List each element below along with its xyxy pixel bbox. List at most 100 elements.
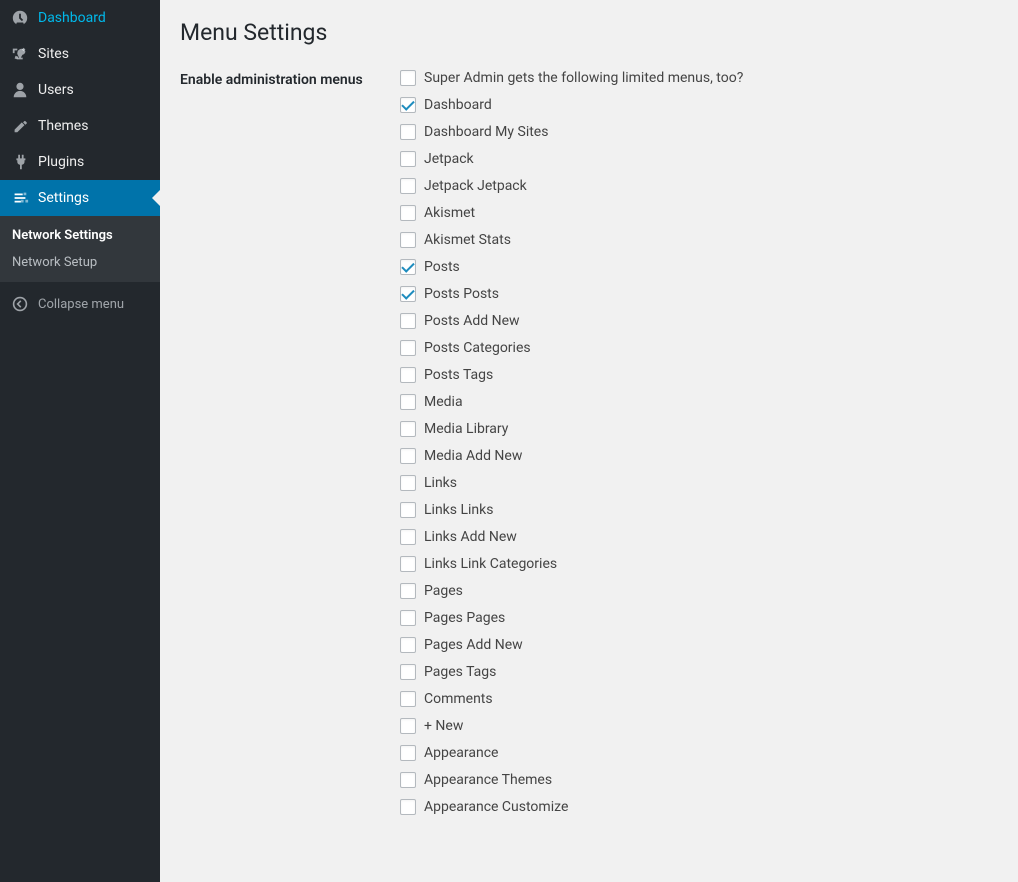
option-label: Akismet Stats [424,232,511,248]
sidebar-item-themes[interactable]: Themes [0,108,160,144]
option-label: Dashboard [424,97,492,113]
collapse-label: Collapse menu [38,297,124,312]
option-row[interactable]: Comments [400,691,998,707]
option-label: Super Admin gets the following limited m… [424,70,743,86]
checkbox[interactable] [400,583,416,599]
options-list: Super Admin gets the following limited m… [400,70,998,826]
option-label: Jetpack [424,151,474,167]
option-label: Dashboard My Sites [424,124,548,140]
option-row[interactable]: Pages Add New [400,637,998,653]
sites-icon [10,44,30,64]
sidebar-item-sites[interactable]: Sites [0,36,160,72]
page-title: Menu Settings [180,10,998,50]
checkbox[interactable] [400,529,416,545]
option-row[interactable]: Links [400,475,998,491]
checkbox[interactable] [400,745,416,761]
checkbox[interactable] [400,718,416,734]
option-row[interactable]: Appearance [400,745,998,761]
sidebar-item-label: Dashboard [38,10,106,26]
submenu-item-network-setup[interactable]: Network Setup [0,249,160,276]
option-label: Pages Add New [424,637,523,653]
option-label: Links Add New [424,529,517,545]
option-label: Pages Tags [424,664,496,680]
checkbox[interactable] [400,394,416,410]
checkbox[interactable] [400,556,416,572]
option-row[interactable]: Posts Tags [400,367,998,383]
checkbox[interactable] [400,313,416,329]
sidebar-item-label: Settings [38,190,89,206]
option-label: Links Links [424,502,493,518]
option-label: Posts [424,259,460,275]
checkbox[interactable] [400,421,416,437]
collapse-menu-button[interactable]: Collapse menu [0,286,160,322]
checkbox[interactable] [400,232,416,248]
checkbox[interactable] [400,502,416,518]
checkbox[interactable] [400,448,416,464]
option-label: Jetpack Jetpack [424,178,527,194]
option-label: Posts Posts [424,286,499,302]
checkbox[interactable] [400,124,416,140]
option-label: + New [424,718,463,734]
checkbox[interactable] [400,772,416,788]
checkbox[interactable] [400,637,416,653]
checkbox[interactable] [400,691,416,707]
option-row[interactable]: Posts Add New [400,313,998,329]
checkbox[interactable] [400,610,416,626]
sidebar-item-dashboard[interactable]: Dashboard [0,0,160,36]
option-row[interactable]: Jetpack [400,151,998,167]
checkbox[interactable] [400,664,416,680]
option-row[interactable]: Jetpack Jetpack [400,178,998,194]
checkbox[interactable] [400,70,416,86]
checkbox[interactable] [400,286,416,302]
option-row[interactable]: Dashboard [400,97,998,113]
submenu-item-network-settings[interactable]: Network Settings [0,222,160,249]
sidebar-item-users[interactable]: Users [0,72,160,108]
option-label: Links [424,475,457,491]
option-row[interactable]: Posts Posts [400,286,998,302]
users-icon [10,80,30,100]
collapse-icon [10,294,30,314]
option-row[interactable]: Media [400,394,998,410]
option-row[interactable]: Appearance Customize [400,799,998,815]
option-row[interactable]: Pages Pages [400,610,998,626]
option-label: Posts Add New [424,313,520,329]
option-row[interactable]: Media Library [400,421,998,437]
checkbox[interactable] [400,367,416,383]
checkbox[interactable] [400,97,416,113]
option-row[interactable]: Dashboard My Sites [400,124,998,140]
dashboard-icon [10,8,30,28]
option-label: Pages Pages [424,610,505,626]
option-label: Appearance Customize [424,799,568,815]
menu-settings-row: Enable administration menus Super Admin … [180,70,998,826]
option-label: Appearance [424,745,498,761]
option-row[interactable]: Links Add New [400,529,998,545]
sidebar-item-settings[interactable]: Settings [0,180,160,216]
option-row[interactable]: Posts Categories [400,340,998,356]
checkbox[interactable] [400,178,416,194]
checkbox[interactable] [400,340,416,356]
checkbox[interactable] [400,799,416,815]
option-row[interactable]: Akismet [400,205,998,221]
option-row[interactable]: + New [400,718,998,734]
sidebar-menu: Dashboard Sites Users ThemesPlugins Settings [0,0,160,216]
option-row[interactable]: Appearance Themes [400,772,998,788]
option-row[interactable]: Super Admin gets the following limited m… [400,70,998,86]
sidebar-item-plugins[interactable]: Plugins [0,144,160,180]
checkbox[interactable] [400,475,416,491]
checkbox[interactable] [400,151,416,167]
option-row[interactable]: Pages [400,583,998,599]
option-row[interactable]: Media Add New [400,448,998,464]
sidebar-item-label: Sites [38,46,69,62]
checkbox[interactable] [400,205,416,221]
option-row[interactable]: Posts [400,259,998,275]
sidebar-item-label: Users [38,82,74,98]
option-label: Posts Categories [424,340,531,356]
option-label: Links Link Categories [424,556,557,572]
option-label: Pages [424,583,463,599]
checkbox[interactable] [400,259,416,275]
option-row[interactable]: Pages Tags [400,664,998,680]
option-row[interactable]: Links Links [400,502,998,518]
plugins-icon [10,152,30,172]
option-row[interactable]: Links Link Categories [400,556,998,572]
option-row[interactable]: Akismet Stats [400,232,998,248]
